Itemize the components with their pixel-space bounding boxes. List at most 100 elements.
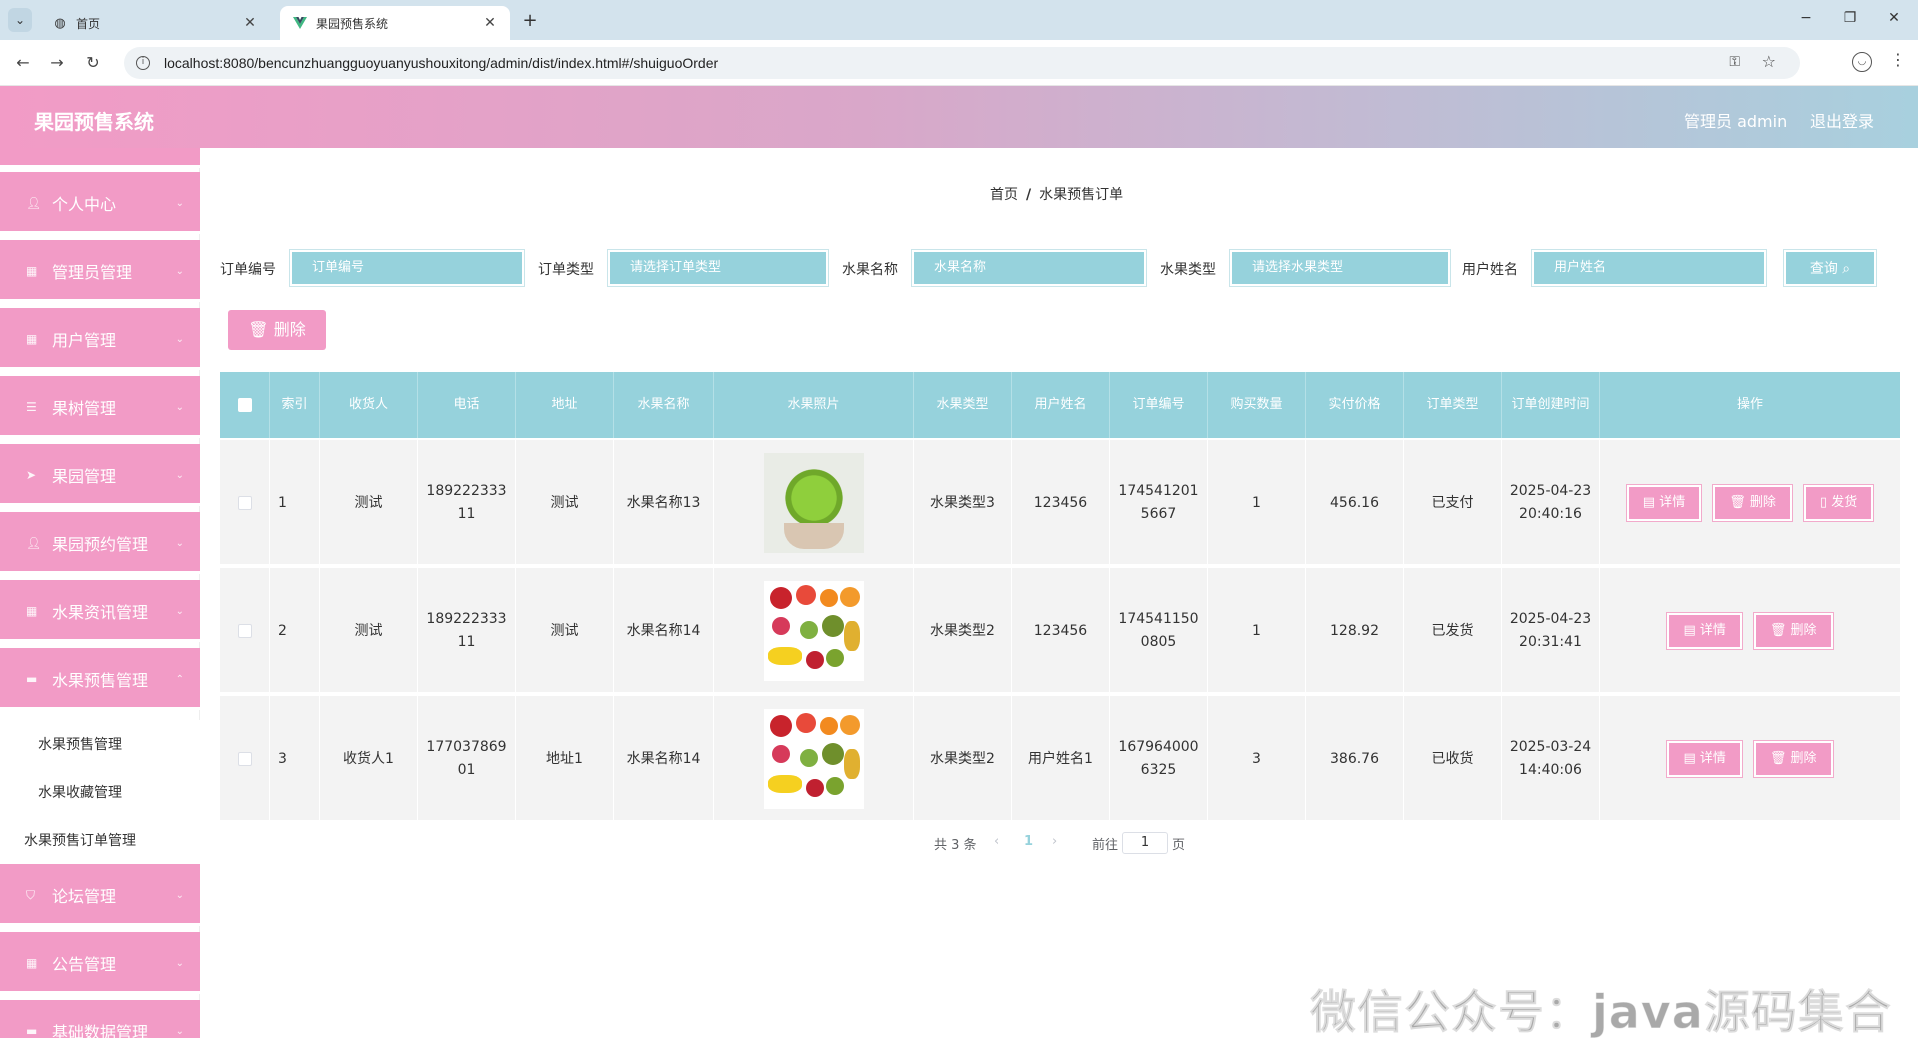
table-row: 2 测试 18922233311 测试 水果名称14 水果类型2 123456 … xyxy=(220,568,1900,694)
goto-label: 前往 xyxy=(1092,838,1119,853)
breadcrumb: 首页 / 水果预售订单 xyxy=(990,184,1123,204)
sidebar-item-fruit-news[interactable]: ▦ 水果资讯管理 ⌄ xyxy=(0,580,200,642)
grid-icon: ▦ xyxy=(26,956,38,970)
user-name-label: 用户姓名 xyxy=(1462,262,1518,278)
sidebar-item-orchard-management[interactable]: ➤ 果园管理 ⌄ xyxy=(0,444,200,506)
delete-button[interactable]: 🗑︎ 删除 xyxy=(1713,485,1792,521)
sidebar-subitem-fruit-presale[interactable]: 水果预售管理 xyxy=(0,720,200,768)
column-header: 水果类型 xyxy=(914,372,1012,438)
app-header: 果园预售系统 管理员 admin 退出登录 xyxy=(0,86,1918,148)
index-cell: 2 xyxy=(270,568,320,694)
breadcrumb-home[interactable]: 首页 xyxy=(990,187,1018,203)
grid-icon: ▦ xyxy=(26,604,38,618)
query-button[interactable]: 查询 ⌕ xyxy=(1784,250,1876,286)
browser-tab-active[interactable]: 果园预售系统 ✕ xyxy=(280,6,510,40)
forward-icon[interactable]: → xyxy=(46,52,68,74)
row-select-cell xyxy=(220,568,270,694)
tab-search-button[interactable]: ⌄ xyxy=(8,8,32,32)
column-header: 用户姓名 xyxy=(1012,372,1110,438)
prev-page-icon[interactable]: ‹ xyxy=(994,834,999,849)
restore-icon[interactable]: ❐ xyxy=(1840,10,1860,26)
order-type-select[interactable]: 请选择订单类型 xyxy=(608,250,828,286)
key-icon[interactable]: ⚿ xyxy=(1729,54,1740,70)
sidebar-subitem-presale-orders[interactable]: 水果预售订单管理 xyxy=(0,816,200,864)
sidebar-item-fruit-tree-management[interactable]: ☰ 果树管理 ⌄ xyxy=(0,376,200,438)
column-header: 电话 xyxy=(418,372,516,438)
detail-button[interactable]: ▤ 详情 xyxy=(1626,485,1702,521)
price-cell: 456.16 xyxy=(1306,440,1404,566)
close-icon[interactable]: ✕ xyxy=(482,15,498,31)
sidebar-item-label: 论坛管理 xyxy=(52,887,117,906)
detail-button[interactable]: ▤ 详情 xyxy=(1667,613,1742,649)
site-info-icon[interactable]: i xyxy=(136,56,150,70)
address-cell: 地址1 xyxy=(516,696,614,822)
kebab-menu-icon[interactable]: ⋮ xyxy=(1890,50,1906,69)
address-cell: 测试 xyxy=(516,568,614,694)
sidebar-item-user-management[interactable]: ▦ 用户管理 ⌄ xyxy=(0,308,200,370)
actions-cell: ▤ 详情 🗑︎ 删除 ▯ 发货 xyxy=(1600,440,1900,566)
window-close-icon[interactable]: ✕ xyxy=(1884,10,1904,26)
star-icon[interactable]: ☆ xyxy=(1762,52,1776,71)
sidebar-item-personal-center[interactable]: 👤︎ 个人中心 ⌄ xyxy=(0,172,200,234)
select-all-cell xyxy=(220,372,270,438)
user-icon: 👤︎ xyxy=(26,196,42,210)
user-name-input[interactable]: 用户姓名 xyxy=(1532,250,1766,286)
logout-link[interactable]: 退出登录 xyxy=(1810,108,1874,132)
tab-title: 果园预售系统 xyxy=(316,16,389,31)
delete-button[interactable]: 🗑︎ 删除 xyxy=(1753,613,1833,649)
goto-page-input[interactable]: 1 xyxy=(1122,832,1168,854)
close-icon[interactable]: ✕ xyxy=(242,15,258,31)
column-header: 水果名称 xyxy=(614,372,714,438)
browser-tab-home[interactable]: ◍ 首页 ✕ xyxy=(40,6,270,40)
sidebar-item-base-data[interactable]: ▬ 基础数据管理 ⌄ xyxy=(0,1000,200,1038)
column-header: 订单编号 xyxy=(1110,372,1208,438)
chevron-down-icon: ⌄ xyxy=(175,605,184,617)
table-row: 3 收货人1 17703786901 地址1 水果名称14 水果类型2 用户姓名… xyxy=(220,696,1900,822)
sidebar-item-fruit-presale[interactable]: ▬ 水果预售管理 ⌃ xyxy=(0,648,200,710)
ship-button[interactable]: ▯ 发货 xyxy=(1803,485,1874,521)
order-no-input[interactable]: 订单编号 xyxy=(290,250,524,286)
sidebar-item-orchard-reservation[interactable]: 👤︎ 果园预约管理 ⌄ xyxy=(0,512,200,574)
back-icon[interactable]: ← xyxy=(12,52,34,74)
column-header: 订单类型 xyxy=(1404,372,1502,438)
new-tab-icon[interactable]: + xyxy=(520,10,540,31)
reload-icon[interactable]: ↻ xyxy=(82,52,104,74)
column-header: 水果照片 xyxy=(714,372,914,438)
row-checkbox[interactable] xyxy=(237,624,252,638)
sidebar-item-label: 果园管理 xyxy=(52,467,117,486)
tab-title: 首页 xyxy=(76,16,101,31)
select-all-checkbox[interactable] xyxy=(237,398,252,412)
row-checkbox[interactable] xyxy=(237,496,252,510)
send-icon: ➤ xyxy=(26,468,37,482)
detail-button-label: 详情 xyxy=(1699,623,1726,638)
sidebar-item-announcements[interactable]: ▦ 公告管理 ⌄ xyxy=(0,932,200,994)
grid-icon: ▦ xyxy=(26,332,38,346)
sidebar-item-admin-management[interactable]: ▦ 管理员管理 ⌄ xyxy=(0,240,200,302)
chevron-down-icon: ⌄ xyxy=(175,1025,184,1037)
chevron-down-icon: ⌄ xyxy=(175,537,184,549)
page-number-current[interactable]: 1 xyxy=(1024,834,1033,849)
delete-button[interactable]: 🗑︎ 删除 xyxy=(1753,741,1833,777)
quantity-cell: 3 xyxy=(1208,696,1306,822)
fruit-name-input[interactable]: 水果名称 xyxy=(912,250,1146,286)
row-select-cell xyxy=(220,440,270,566)
fruit-type-select[interactable]: 请选择水果类型 xyxy=(1230,250,1450,286)
minimize-icon[interactable]: − xyxy=(1796,10,1816,26)
sidebar-item-forum[interactable]: ⛉ 论坛管理 ⌄ xyxy=(0,864,200,926)
next-page-icon[interactable]: › xyxy=(1052,834,1057,849)
fruit-photo-cell xyxy=(714,440,914,566)
column-header: 订单创建时间 xyxy=(1502,372,1600,438)
sidebar-subitem-fruit-favorites[interactable]: 水果收藏管理 xyxy=(0,768,200,816)
profile-icon[interactable]: ◡ xyxy=(1852,52,1872,72)
row-checkbox[interactable] xyxy=(237,752,252,766)
fruit-photo-grapes xyxy=(763,453,864,553)
batch-delete-button[interactable]: 🗑︎ 删除 xyxy=(228,310,326,350)
detail-button[interactable]: ▤ 详情 xyxy=(1667,741,1742,777)
trash-icon: 🗑︎ xyxy=(1769,751,1791,766)
receiver-cell: 收货人1 xyxy=(320,696,418,822)
fruit-type-cell: 水果类型3 xyxy=(914,440,1012,566)
fruit-type-cell: 水果类型2 xyxy=(914,696,1012,822)
user-name-cell: 123456 xyxy=(1012,568,1110,694)
url-field[interactable]: i localhost:8080/bencunzhuangguoyuanyush… xyxy=(124,47,1800,79)
actions-cell: ▤ 详情 🗑︎ 删除 xyxy=(1600,696,1900,822)
